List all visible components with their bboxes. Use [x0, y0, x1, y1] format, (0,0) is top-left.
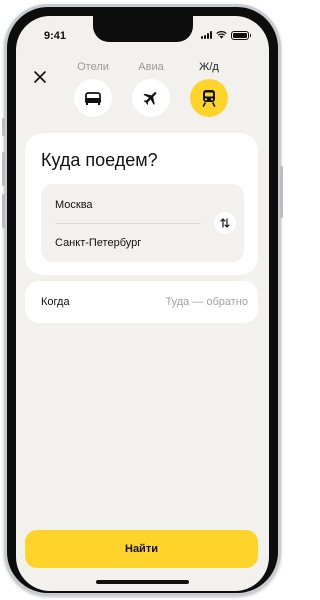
- status-time: 9:41: [44, 30, 67, 42]
- search-card: Куда поедем? Москва Санкт-Петербург: [25, 133, 258, 275]
- tab-avia-label: Авиа: [138, 61, 164, 73]
- tab-hotels-label: Отели: [77, 61, 109, 73]
- home-indicator: [96, 580, 189, 584]
- app-screen: 9:41 Отели Авиа Ж/д Куда поедем? Москва …: [16, 16, 269, 591]
- train-icon: [202, 90, 216, 107]
- tab-rail-label: Ж/д: [199, 61, 219, 73]
- cellular-signal-icon: [201, 31, 212, 39]
- close-button[interactable]: [32, 69, 48, 85]
- arrival-city-field[interactable]: Санкт-Петербург: [55, 237, 141, 249]
- battery-icon: [231, 30, 251, 40]
- route-divider: [55, 223, 201, 224]
- status-icons: [201, 30, 251, 40]
- tab-rail[interactable]: Ж/д: [189, 61, 229, 117]
- date-selector[interactable]: Когда Туда — обратно: [25, 281, 258, 323]
- notch: [93, 16, 193, 42]
- tab-avia-button[interactable]: [132, 79, 170, 117]
- tab-avia[interactable]: Авиа: [131, 61, 171, 117]
- phone-volume-down-button: [2, 194, 5, 228]
- date-selector-placeholder: Туда — обратно: [165, 296, 248, 308]
- wifi-icon: [216, 31, 227, 39]
- tab-hotels[interactable]: Отели: [73, 61, 113, 117]
- find-button[interactable]: Найти: [25, 530, 258, 568]
- phone-side-button: [2, 118, 5, 136]
- tab-rail-button[interactable]: [190, 79, 228, 117]
- bed-icon: [85, 92, 101, 105]
- tab-hotels-button[interactable]: [74, 79, 112, 117]
- route-panel: Москва Санкт-Петербург: [41, 184, 244, 262]
- departure-city-field[interactable]: Москва: [55, 199, 93, 211]
- page-title: Куда поедем?: [41, 150, 158, 170]
- plane-icon: [143, 92, 157, 105]
- phone-power-button: [280, 166, 283, 218]
- swap-cities-button[interactable]: [214, 212, 236, 234]
- close-icon: [34, 71, 46, 83]
- phone-volume-up-button: [2, 152, 5, 186]
- swap-arrows-icon: [220, 218, 230, 228]
- date-selector-label: Когда: [41, 296, 70, 308]
